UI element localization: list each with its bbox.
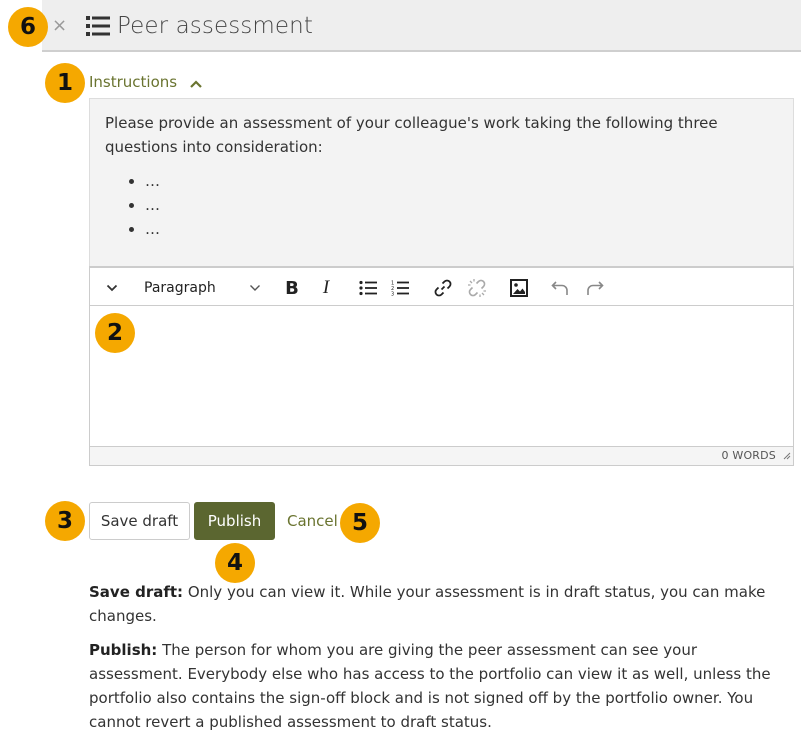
save-draft-help-text: Only you can view it. While your assessm… <box>89 583 766 625</box>
insert-image-button[interactable] <box>507 276 531 300</box>
bullet-list-button[interactable] <box>356 276 380 300</box>
redo-button[interactable] <box>583 276 607 300</box>
bold-icon: B <box>285 277 299 299</box>
publish-button[interactable]: Publish <box>194 502 275 540</box>
redo-icon <box>586 280 604 296</box>
list-icon <box>86 15 110 37</box>
cancel-link[interactable]: Cancel <box>287 511 338 531</box>
publish-help: Publish: The person for whom you are giv… <box>89 638 789 734</box>
chevron-down-icon <box>106 284 118 292</box>
bullet-list-icon <box>359 280 377 296</box>
instructions-list-item: … <box>145 169 793 193</box>
image-icon <box>510 279 528 297</box>
undo-icon <box>551 280 569 296</box>
editor-toolbar: Paragraph B I 1 2 3 <box>90 266 793 306</box>
publish-help-text: The person for whom you are giving the p… <box>89 641 771 731</box>
block-format-select[interactable]: Paragraph <box>134 276 264 300</box>
svg-text:3: 3 <box>391 292 394 297</box>
rich-text-editor: Paragraph B I 1 2 3 0 WORDS <box>89 266 794 466</box>
link-icon <box>433 278 453 298</box>
italic-button[interactable]: I <box>314 276 338 300</box>
link-button[interactable] <box>431 276 455 300</box>
save-draft-help: Save draft: Only you can view it. While … <box>89 580 789 628</box>
editor-content-area[interactable] <box>90 306 793 446</box>
callout-badge-4: 4 <box>215 543 255 583</box>
publish-help-label: Publish: <box>89 641 158 659</box>
instructions-panel: Please provide an assessment of your col… <box>89 98 794 267</box>
resize-handle-icon[interactable] <box>782 450 791 463</box>
page-title: Peer assessment <box>117 13 313 39</box>
numbered-list-icon: 1 2 3 <box>391 280 409 296</box>
chevron-down-icon <box>249 284 261 292</box>
italic-icon: I <box>322 277 330 298</box>
undo-button[interactable] <box>548 276 572 300</box>
bold-button[interactable]: B <box>280 276 304 300</box>
unlink-icon <box>467 278 487 298</box>
callout-badge-2: 2 <box>95 313 135 353</box>
callout-badge-3: 3 <box>45 501 85 541</box>
callout-badge-1: 1 <box>45 63 85 103</box>
instructions-text: Please provide an assessment of your col… <box>105 114 718 156</box>
save-draft-button[interactable]: Save draft <box>89 502 190 540</box>
toolbar-toggle-button[interactable] <box>102 276 122 300</box>
instructions-toggle[interactable]: Instructions <box>89 72 202 93</box>
instructions-list-item: … <box>145 217 793 241</box>
block-format-value: Paragraph <box>144 280 216 296</box>
chevron-up-icon <box>190 73 202 93</box>
callout-badge-5: 5 <box>340 503 380 543</box>
editor-statusbar: 0 WORDS <box>90 446 793 465</box>
save-draft-help-label: Save draft: <box>89 583 184 601</box>
word-count: 0 WORDS <box>721 449 776 462</box>
instructions-list-item: … <box>145 193 793 217</box>
instructions-list: … … … <box>90 169 793 241</box>
close-button[interactable]: × <box>52 16 67 36</box>
callout-badge-6: 6 <box>8 7 48 47</box>
unlink-button[interactable] <box>465 276 489 300</box>
instructions-toggle-label: Instructions <box>89 73 178 91</box>
numbered-list-button[interactable]: 1 2 3 <box>388 276 412 300</box>
